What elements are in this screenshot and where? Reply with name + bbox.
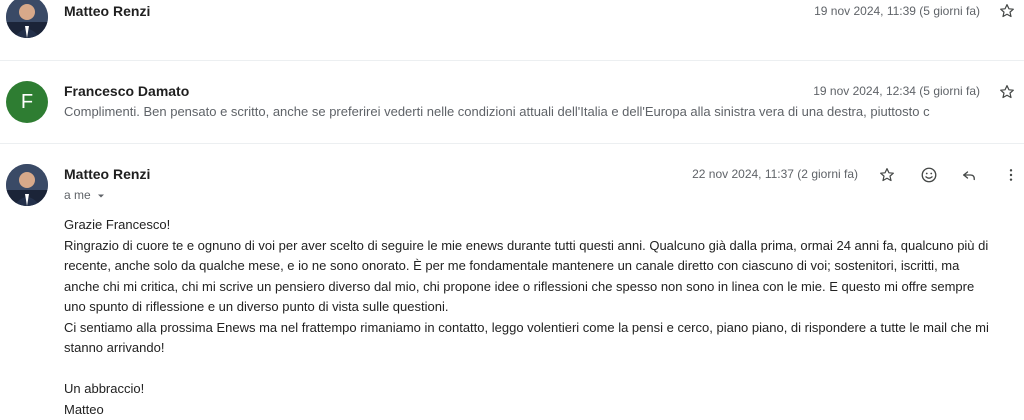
message-date: 22 nov 2024, 11:37 (2 giorni fa) [692,167,858,181]
sender-avatar: F [6,81,48,123]
message-body: Grazie Francesco! Ringrazio di cuore te … [64,215,1014,420]
avatar-letter: F [21,91,33,114]
body-line: anche chi mi critica, chi mi scrive un p… [64,277,1014,298]
body-line: uno spunto di riflessione e un diverso p… [64,297,1014,318]
body-line: recente, anche solo da qualche mese, e i… [64,256,1014,277]
message-collapsed-2[interactable]: F Francesco Damato 19 nov 2024, 12:34 (5… [0,61,1024,143]
star-icon[interactable] [996,81,1018,103]
chevron-down-icon [96,191,106,201]
recipient-details-toggle[interactable]: a me [64,188,106,202]
message-date: 19 nov 2024, 11:39 (5 giorni fa) [814,4,980,18]
sender-name: Matteo Renzi [64,166,150,182]
body-line: Ringrazio di cuore te e ognuno di voi pe… [64,236,1014,257]
body-closing: Un abbraccio! [64,379,1014,400]
star-icon[interactable] [996,0,1018,22]
emoji-icon[interactable] [918,164,940,186]
message-date: 19 nov 2024, 12:34 (5 giorni fa) [813,84,980,98]
body-line: Grazie Francesco! [64,215,1014,236]
more-vert-icon[interactable] [1000,164,1022,186]
sender-avatar [6,164,48,206]
message-collapsed-1[interactable]: Matteo Renzi 19 nov 2024, 11:39 (5 giorn… [0,0,1024,60]
message-snippet: Complimenti. Ben pensato e scritto, anch… [64,104,964,119]
sender-name: Matteo Renzi [64,3,150,19]
message-expanded: Matteo Renzi 22 nov 2024, 11:37 (2 giorn… [0,144,1024,417]
body-line: stanno arrivando! [64,338,1014,359]
star-icon[interactable] [876,164,898,186]
sender-avatar [6,0,48,38]
sender-name: Francesco Damato [64,83,189,99]
reply-icon[interactable] [958,164,980,186]
recipient-label: a me [64,188,91,202]
blank-line [64,359,1014,380]
body-line: Ci sentiamo alla prossima Enews ma nel f… [64,318,1014,339]
